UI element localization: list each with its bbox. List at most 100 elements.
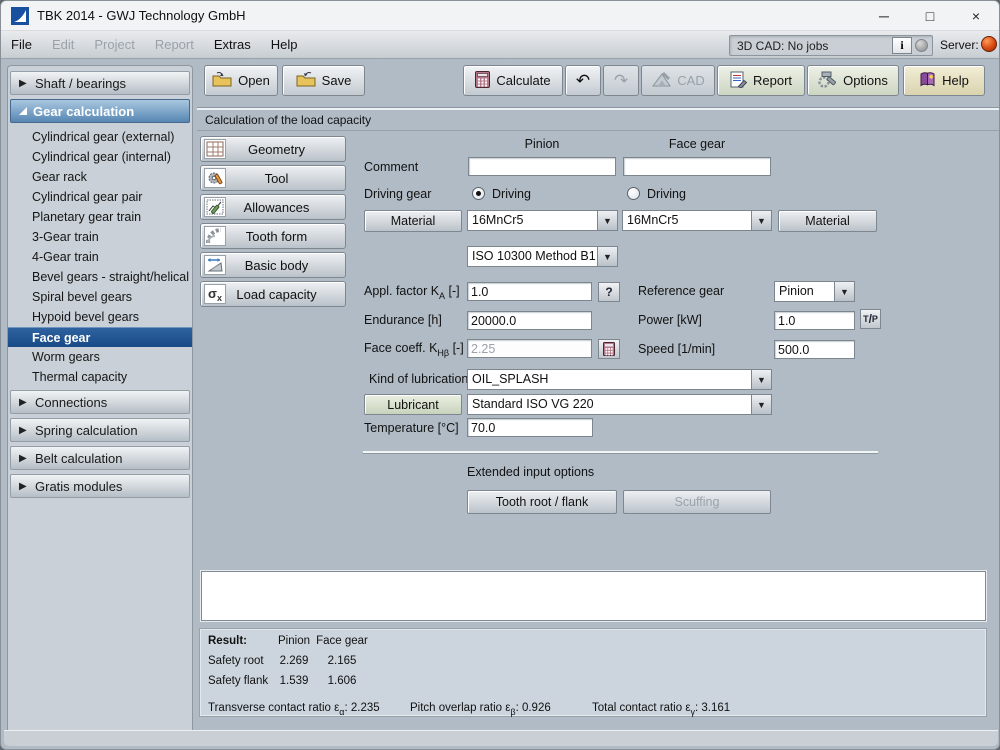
tool-gear-icon <box>204 168 226 188</box>
scuffing-button: Scuffing <box>623 490 771 514</box>
geometry-button[interactable]: Geometry <box>200 136 346 162</box>
reference-gear-dropdown[interactable]: Pinion ▼ <box>774 281 855 302</box>
lubricant-button[interactable]: Lubricant <box>364 394 462 415</box>
result-header-row: Result: Pinion Face gear <box>208 635 368 647</box>
tooth-form-button[interactable]: Tooth form <box>200 223 346 249</box>
safety-flank-row: Safety flank 1.539 1.606 <box>208 675 368 687</box>
chevron-down-icon[interactable]: ▼ <box>597 211 617 230</box>
lubrication-label: Kind of lubrication <box>369 372 468 386</box>
tooth-root-flank-button[interactable]: Tooth root / flank <box>467 490 617 514</box>
status-strip <box>4 730 998 746</box>
sidebar-section-gratis-modules[interactable]: ▶ Gratis modules <box>10 474 190 498</box>
sidebar-item-face-gear[interactable]: Face gear <box>8 327 192 347</box>
menu-extras[interactable]: Extras <box>204 33 261 56</box>
sidebar-item-planetary-gear-train[interactable]: Planetary gear train <box>8 207 192 227</box>
driving-gear-label: Driving gear <box>364 187 431 201</box>
options-tools-icon <box>818 71 837 91</box>
message-box <box>201 571 986 621</box>
chevron-down-icon[interactable]: ▼ <box>751 395 771 414</box>
maximize-button[interactable]: □ <box>907 1 953 31</box>
torque-power-toggle-button[interactable]: T/P <box>860 309 881 329</box>
driving-pinion-radio[interactable] <box>472 187 485 200</box>
sidebar-section-shaft-bearings[interactable]: ▶ Shaft / bearings <box>10 71 190 95</box>
sidebar-item-cylindrical-gear-external[interactable]: Cylindrical gear (external) <box>8 127 192 147</box>
calculate-button[interactable]: Calculate <box>463 65 563 96</box>
face-coefficient-calculator-button[interactable] <box>598 339 620 359</box>
material-pinion-button[interactable]: Material <box>364 210 462 232</box>
sidebar-item-gear-rack[interactable]: Gear rack <box>8 167 192 187</box>
sidebar-section-belt-calculation[interactable]: ▶ Belt calculation <box>10 446 190 470</box>
undo-button[interactable]: ↶ <box>565 65 601 96</box>
chevron-down-icon[interactable]: ▼ <box>834 282 854 301</box>
comment-pinion-input[interactable] <box>468 157 616 176</box>
temperature-input[interactable] <box>467 418 593 437</box>
basic-body-button[interactable]: Basic body <box>200 252 346 278</box>
minimize-button[interactable]: ─ <box>861 1 907 31</box>
save-folder-icon <box>296 71 316 90</box>
chevron-down-icon[interactable]: ▼ <box>597 247 617 266</box>
total-contact-ratio: Total contact ratio εγ: 3.161 <box>592 702 730 717</box>
speed-input[interactable] <box>774 340 855 359</box>
menu-bar: File Edit Project Report Extras Help 3D … <box>1 31 999 59</box>
face-gear-column-header: Face gear <box>623 137 771 151</box>
sidebar-item-bevel-gears[interactable]: Bevel gears - straight/helical <box>8 267 192 287</box>
open-button[interactable]: Open <box>204 65 278 96</box>
tool-button[interactable]: Tool <box>200 165 346 191</box>
endurance-label: Endurance [h] <box>364 313 442 327</box>
cad-button: CAD <box>641 65 715 96</box>
pitch-overlap-ratio: Pitch overlap ratio εβ: 0.926 <box>410 702 551 717</box>
help-button[interactable]: Help <box>903 65 985 96</box>
save-button[interactable]: Save <box>282 65 365 96</box>
sidebar-item-thermal-capacity[interactable]: Thermal capacity <box>8 367 192 387</box>
info-button[interactable]: i <box>892 37 912 54</box>
chevron-down-icon[interactable]: ▼ <box>751 370 771 389</box>
chevron-down-icon[interactable]: ▼ <box>751 211 771 230</box>
sidebar-section-gear-calculation[interactable]: Gear calculation <box>10 99 190 123</box>
sidebar-item-hypoid-bevel-gears[interactable]: Hypoid bevel gears <box>8 307 192 327</box>
transverse-contact-ratio: Transverse contact ratio εα: 2.235 <box>208 702 380 717</box>
temperature-label: Temperature [°C] <box>364 421 459 435</box>
reference-gear-label: Reference gear <box>638 284 724 298</box>
application-factor-help-button[interactable]: ? <box>598 282 620 302</box>
comment-facegear-input[interactable] <box>623 157 771 176</box>
title-bar: TBK 2014 - GWJ Technology GmbH ─ □ × <box>1 1 999 31</box>
lubrication-dropdown[interactable]: OIL_SPLASH ▼ <box>467 369 772 390</box>
endurance-input[interactable] <box>467 311 592 330</box>
driving-facegear-radio[interactable] <box>627 187 640 200</box>
collapsed-arrow-icon: ▶ <box>19 397 29 408</box>
power-input[interactable] <box>774 311 855 330</box>
sidebar-item-cylindrical-gear-pair[interactable]: Cylindrical gear pair <box>8 187 192 207</box>
material-facegear-dropdown[interactable]: 16MnCr5 ▼ <box>622 210 772 231</box>
sidebar-item-worm-gears[interactable]: Worm gears <box>8 347 192 367</box>
collapsed-arrow-icon: ▶ <box>19 453 29 464</box>
sidebar-section-spring-calculation[interactable]: ▶ Spring calculation <box>10 418 190 442</box>
sidebar-item-cylindrical-gear-internal[interactable]: Cylindrical gear (internal) <box>8 147 192 167</box>
calculation-method-dropdown[interactable]: ISO 10300 Method B1 ▼ <box>467 246 618 267</box>
load-capacity-button[interactable]: σx Load capacity <box>200 281 346 307</box>
result-panel: Result: Pinion Face gear Safety root 2.2… <box>199 628 987 717</box>
sidebar-item-4-gear-train[interactable]: 4-Gear train <box>8 247 192 267</box>
redo-icon: ↷ <box>614 72 628 89</box>
menu-file[interactable]: File <box>1 33 42 56</box>
geometry-grid-icon <box>204 139 226 159</box>
lubricant-dropdown[interactable]: Standard ISO VG 220 ▼ <box>467 394 772 415</box>
undo-icon: ↶ <box>576 72 590 89</box>
material-facegear-button[interactable]: Material <box>778 210 877 232</box>
report-document-icon <box>730 71 747 91</box>
allowances-chart-icon <box>204 197 226 217</box>
sidebar-section-connections[interactable]: ▶ Connections <box>10 390 190 414</box>
close-button[interactable]: × <box>953 1 999 31</box>
extended-options-title: Extended input options <box>467 465 594 479</box>
options-button[interactable]: Options <box>807 65 899 96</box>
report-button[interactable]: Report <box>717 65 805 96</box>
menu-edit: Edit <box>42 33 84 56</box>
allowances-button[interactable]: Allowances <box>200 194 346 220</box>
sidebar-item-3-gear-train[interactable]: 3-Gear train <box>8 227 192 247</box>
application-factor-input[interactable] <box>467 282 592 301</box>
material-pinion-dropdown[interactable]: 16MnCr5 ▼ <box>467 210 618 231</box>
pinion-column-header: Pinion <box>468 137 616 151</box>
sidebar-item-spiral-bevel-gears[interactable]: Spiral bevel gears <box>8 287 192 307</box>
menu-help[interactable]: Help <box>261 33 308 56</box>
application-factor-label: Appl. factor KA [-] <box>364 284 460 301</box>
collapsed-arrow-icon: ▶ <box>19 481 29 492</box>
